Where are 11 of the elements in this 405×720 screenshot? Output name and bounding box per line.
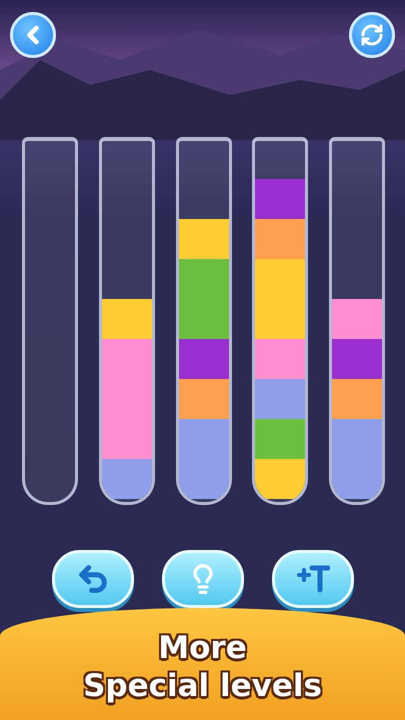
test-tube[interactable] [329,137,385,506]
hint-button[interactable] [162,550,244,608]
back-button[interactable] [10,12,56,58]
banner-text: Special levels [83,667,322,706]
test-tube[interactable] [98,137,155,506]
test-tube[interactable] [252,137,308,506]
test-tube[interactable] [22,137,78,506]
restart-icon [360,23,384,47]
banner-text: More [158,629,247,668]
test-tube[interactable] [176,137,232,506]
restart-button[interactable] [349,12,395,58]
